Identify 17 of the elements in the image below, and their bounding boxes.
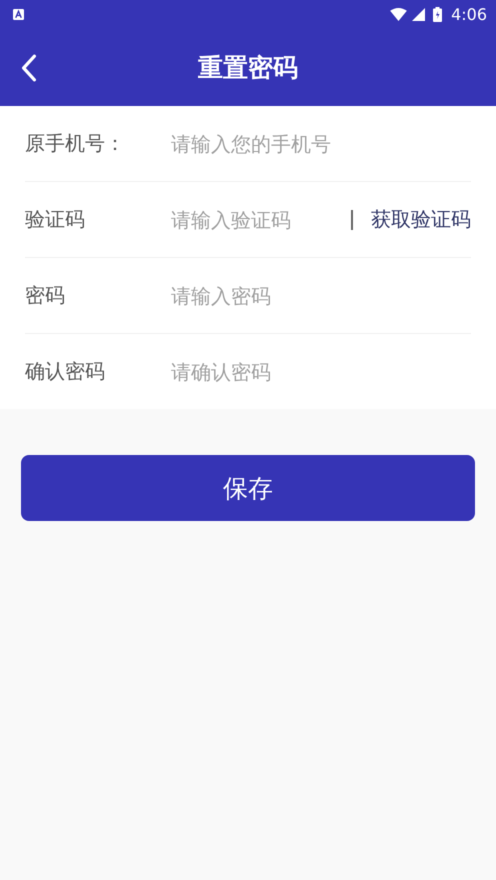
input-field[interactable]: 请输入密码 — [171, 280, 471, 310]
field-label: 验证码 — [25, 206, 86, 233]
wifi-icon — [390, 8, 408, 20]
page-title: 重置密码 — [198, 52, 298, 84]
get-code-link[interactable]: 获取验证码 — [371, 206, 471, 233]
input-field[interactable]: 请输入验证码 — [171, 204, 341, 234]
battery-icon — [433, 6, 442, 22]
notification-icon — [13, 8, 24, 20]
field-label: 密码 — [25, 282, 66, 309]
save-button[interactable]: 保存 — [21, 455, 475, 521]
input-field[interactable]: 请输入您的手机号 — [171, 128, 471, 158]
field-label: 原手机号： — [25, 130, 126, 157]
field-label: 确认密码 — [25, 358, 106, 385]
back-icon[interactable] — [21, 54, 37, 82]
clock-time: 4:06 — [451, 4, 487, 24]
input-field[interactable]: 请确认密码 — [171, 356, 471, 386]
signal-icon — [412, 8, 426, 20]
